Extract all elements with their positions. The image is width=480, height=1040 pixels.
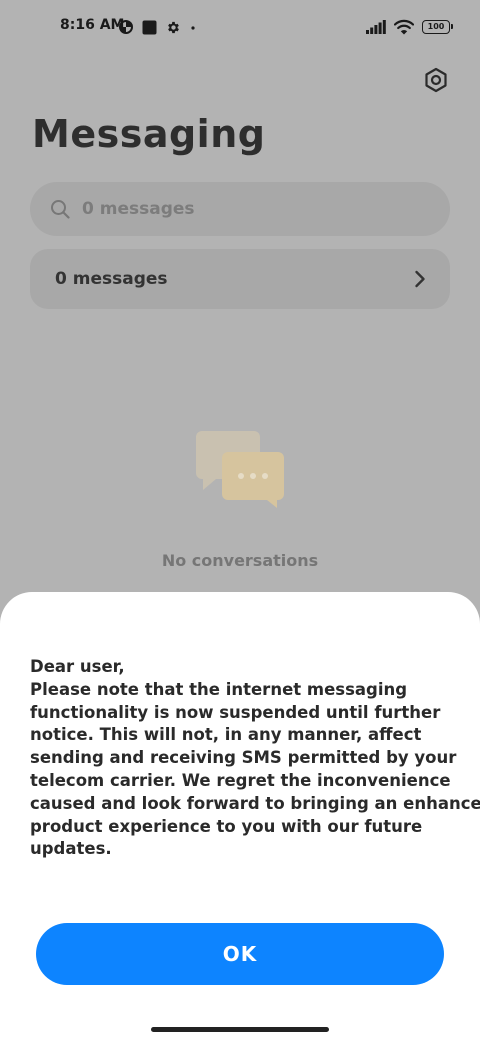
square-notification-icon bbox=[142, 20, 157, 34]
home-indicator[interactable] bbox=[151, 1027, 329, 1032]
dialog-sheet: Dear user, Please note that the internet… bbox=[0, 592, 480, 1040]
signal-icon bbox=[366, 20, 386, 34]
dialog-line: Dear user, bbox=[30, 657, 125, 676]
chat-bubbles-icon bbox=[196, 431, 284, 508]
status-time: 8:16 AM bbox=[60, 17, 125, 33]
dialog-line: updates. bbox=[30, 839, 112, 859]
settings-button[interactable] bbox=[422, 66, 450, 94]
dialog-message: Dear user, Please note that the internet… bbox=[30, 656, 480, 861]
messages-row[interactable]: 0 messages bbox=[30, 249, 450, 309]
search-icon bbox=[51, 200, 70, 219]
status-left-icons bbox=[119, 18, 196, 36]
search-placeholder: 0 messages bbox=[82, 199, 195, 219]
messages-row-label: 0 messages bbox=[55, 269, 168, 289]
dialog-line: functionality is now suspended until fur… bbox=[30, 702, 441, 722]
dialog-line: telecom carrier. We regret the inconveni… bbox=[30, 770, 451, 790]
ok-button[interactable]: OK bbox=[36, 923, 444, 985]
status-bar: 8:16 AM 100 bbox=[0, 0, 480, 56]
page-title: Messaging bbox=[32, 112, 266, 156]
dialog-line: caused and look forward to bringing an e… bbox=[30, 793, 480, 813]
data-saver-icon bbox=[119, 20, 133, 34]
chevron-right-icon bbox=[415, 270, 425, 288]
dialog-line: notice. This will not, in any manner, af… bbox=[30, 725, 422, 745]
dot-icon bbox=[191, 26, 195, 30]
wifi-icon bbox=[394, 19, 414, 35]
dialog-line: sending and receiving SMS permitted by y… bbox=[30, 748, 457, 768]
battery-icon: 100 bbox=[422, 20, 453, 34]
empty-state-label: No conversations bbox=[161, 551, 319, 570]
settings-gear-icon bbox=[425, 67, 447, 93]
status-right-icons: 100 bbox=[366, 17, 453, 37]
search-bar[interactable]: 0 messages bbox=[30, 182, 450, 236]
settings-gear-icon bbox=[168, 21, 179, 33]
battery-level: 100 bbox=[427, 22, 445, 31]
dialog-line: product experience to you with our futur… bbox=[30, 816, 423, 836]
dialog-line: Please note that the internet messaging bbox=[30, 679, 408, 699]
